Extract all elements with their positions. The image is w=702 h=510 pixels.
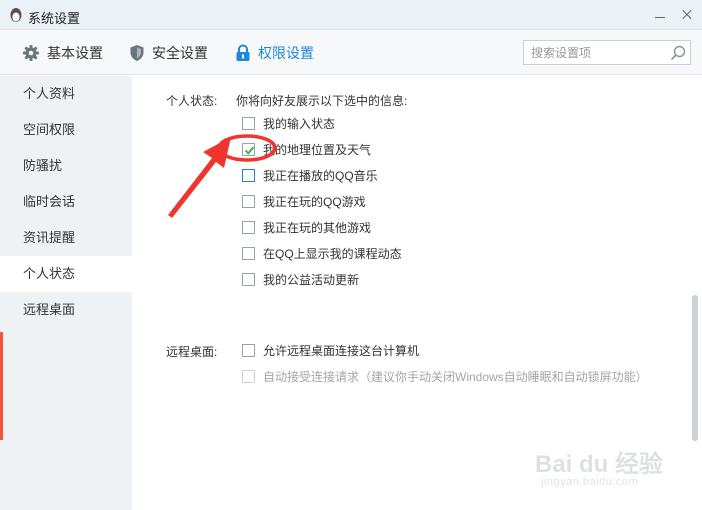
sidebar: 个人资料 空间权限 防骚扰 临时会话 资讯提醒 个人状态 远程桌面 [0, 76, 132, 510]
sidebar-item-news-alert[interactable]: 资讯提醒 [0, 220, 132, 256]
search-input[interactable] [524, 41, 664, 64]
checkbox-course-updates[interactable] [242, 246, 255, 260]
option-label: 我的公益活动更新 [263, 272, 360, 287]
sidebar-item-personal-status[interactable]: 个人状态 [0, 256, 132, 292]
sidebar-item-temp-chat[interactable]: 临时会话 [0, 184, 132, 220]
search-icon[interactable] [670, 45, 686, 61]
gear-icon [23, 45, 39, 61]
tab-permission-settings-label: 权限设置 [258, 45, 314, 61]
option-qq-music[interactable]: 我正在播放的QQ音乐 [242, 166, 378, 184]
watermark-brand: Bai du 经验 [535, 451, 664, 478]
option-qq-games[interactable]: 我正在玩的QQ游戏 [242, 192, 366, 210]
tab-basic-settings-label: 基本设置 [47, 45, 103, 61]
sidebar-item-remote-desktop[interactable]: 远程桌面 [0, 292, 132, 328]
option-location-weather[interactable]: 我的地理位置及天气 [242, 140, 371, 158]
tab-security-settings[interactable]: 安全设置 [129, 42, 208, 64]
checkbox-qq-music[interactable] [242, 168, 255, 182]
option-label: 我正在播放的QQ音乐 [263, 168, 378, 183]
option-auto-accept: 自动接受连接请求（建议你手动关闭Windows自动睡眠和自动锁屏功能） [242, 367, 648, 385]
option-label: 我正在玩的QQ游戏 [263, 194, 366, 209]
option-charity-updates[interactable]: 我的公益活动更新 [242, 270, 359, 288]
option-allow-remote[interactable]: 允许远程桌面连接这台计算机 [242, 341, 419, 359]
checkbox-allow-remote[interactable] [242, 343, 255, 357]
option-label: 我的地理位置及天气 [263, 142, 372, 157]
option-label: 自动接受连接请求（建议你手动关闭Windows自动睡眠和自动锁屏功能） [263, 369, 648, 384]
checkbox-other-games[interactable] [242, 220, 255, 234]
window-title: 系统设置 [28, 11, 81, 26]
checkbox-qq-games[interactable] [242, 194, 255, 208]
checkmark-icon [244, 146, 255, 155]
checkbox-auto-accept [242, 369, 255, 383]
title-bar: 系统设置 [0, 0, 702, 30]
personal-status-description: 你将向好友展示以下选中的信息: [236, 94, 408, 108]
checkbox-input-status[interactable] [242, 116, 255, 130]
settings-toolbar: 基本设置 安全设置 权限设置 [0, 30, 702, 75]
shield-icon [130, 45, 144, 61]
search-box [523, 40, 691, 65]
option-course-updates[interactable]: 在QQ上显示我的课程动态 [242, 244, 402, 262]
sidebar-edge-accent [0, 332, 3, 440]
tab-permission-settings[interactable]: 权限设置 [235, 42, 314, 64]
option-input-status[interactable]: 我的输入状态 [242, 114, 335, 132]
lock-icon [236, 44, 250, 61]
minimize-button[interactable] [651, 6, 669, 24]
option-other-games[interactable]: 我正在玩的其他游戏 [242, 218, 371, 236]
tab-security-settings-label: 安全设置 [152, 45, 208, 61]
sidebar-item-space-permission[interactable]: 空间权限 [0, 112, 132, 148]
vertical-scrollbar[interactable] [690, 76, 700, 510]
watermark-url: jingyan.baidu.com [541, 476, 639, 488]
sidebar-item-anti-harassment[interactable]: 防骚扰 [0, 148, 132, 184]
option-label: 在QQ上显示我的课程动态 [263, 246, 402, 261]
remote-desktop-label: 远程桌面: [166, 345, 218, 359]
personal-status-label: 个人状态: [166, 94, 218, 108]
checkbox-charity-updates[interactable] [242, 272, 255, 286]
option-label: 我正在玩的其他游戏 [263, 220, 372, 235]
sidebar-item-profile[interactable]: 个人资料 [0, 76, 132, 112]
qq-penguin-icon [10, 8, 22, 22]
baidu-jingyan-watermark: Bai du 经验 jingyan.baidu.com [535, 440, 665, 495]
option-label: 我的输入状态 [263, 116, 336, 131]
close-button[interactable] [678, 6, 696, 24]
scrollbar-thumb[interactable] [692, 295, 698, 441]
tab-basic-settings[interactable]: 基本设置 [22, 42, 103, 64]
option-label: 允许远程桌面连接这台计算机 [263, 343, 420, 358]
checkbox-location-weather[interactable] [242, 142, 255, 156]
